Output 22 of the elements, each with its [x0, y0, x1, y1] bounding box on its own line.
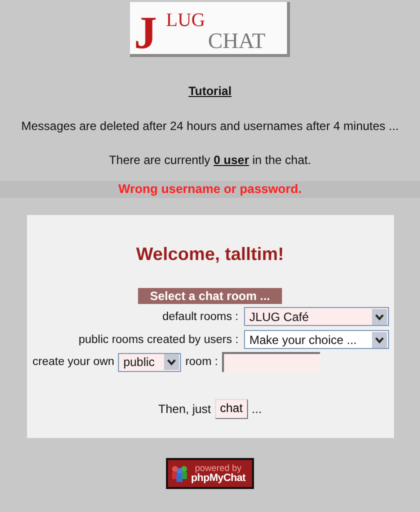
section-title: Select a chat room ...	[138, 288, 282, 304]
public-rooms-select[interactable]: Make your choice ...	[244, 330, 390, 349]
user-count-link[interactable]: 0 user	[214, 153, 250, 167]
ellipsis-text: ...	[252, 402, 262, 416]
field-label: default rooms :	[161, 310, 238, 322]
room-name-input[interactable]	[222, 352, 320, 372]
people-icon	[171, 464, 188, 482]
then-text: Then, just	[158, 402, 211, 416]
field-label: room :	[185, 356, 218, 368]
badge-caption: powered by	[194, 464, 242, 473]
notice-text: Messages are deleted after 24 hours and usernames after 4 minutes ...	[21, 119, 399, 133]
field-label: public rooms created by users :	[78, 334, 238, 346]
default-rooms-select[interactable]: JLUG Café	[244, 307, 390, 326]
field-label: create your own	[32, 356, 114, 368]
badge-title: phpMyChat	[191, 472, 246, 484]
users-online-text: There are currently 0 user in the chat.	[108, 153, 312, 167]
powered-by-badge[interactable]: powered by phpMyChat	[166, 458, 254, 489]
tutorial-link[interactable]: Tutorial	[188, 84, 232, 98]
chat-button[interactable]: chat	[215, 399, 248, 419]
welcome-heading: Welcome, talltim!	[136, 244, 284, 265]
error-message: Wrong username or password.	[118, 182, 302, 196]
room-type-select[interactable]: public	[118, 352, 182, 372]
